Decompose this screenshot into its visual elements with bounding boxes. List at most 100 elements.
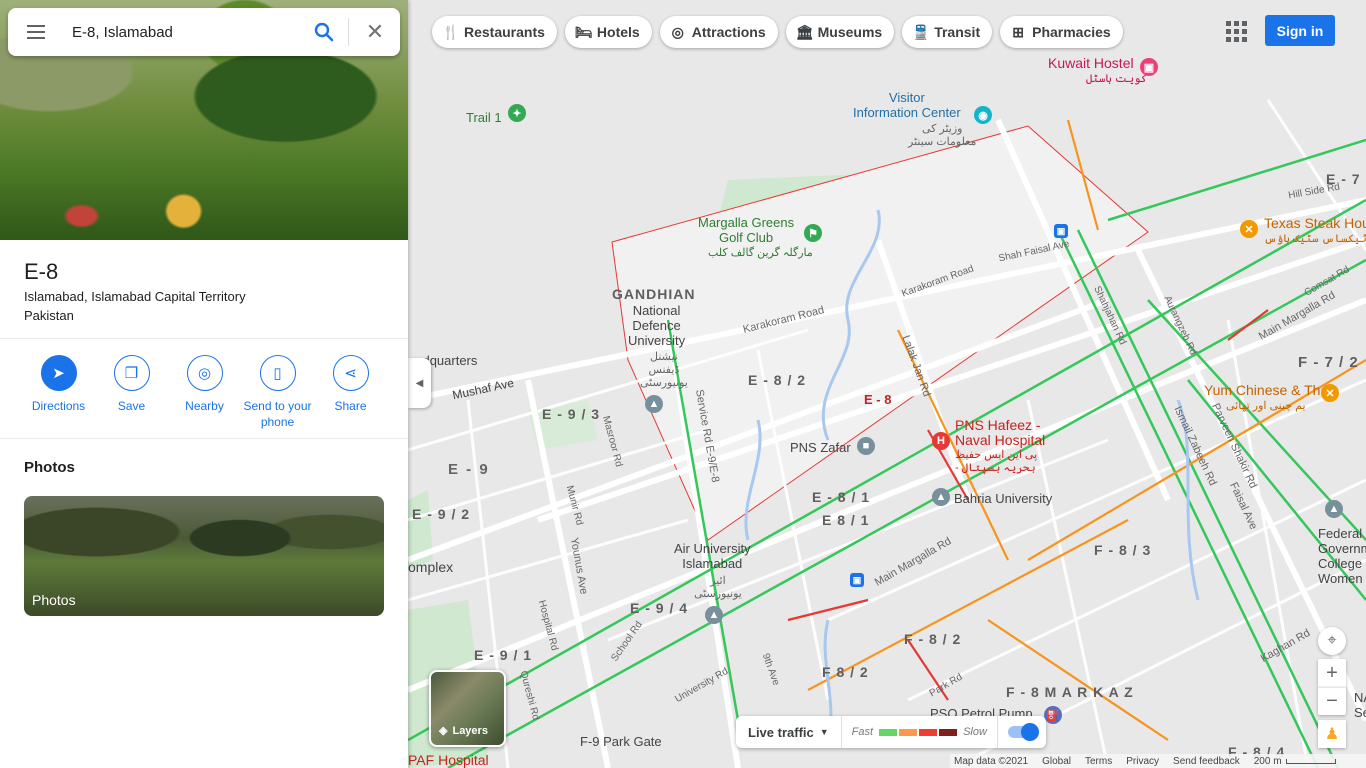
- chevron-left-icon: ◀: [415, 377, 424, 389]
- university-pin-icon-2[interactable]: ▲: [932, 488, 950, 506]
- photos-card[interactable]: Photos: [24, 496, 384, 616]
- transit-icon: 🚆: [912, 23, 930, 40]
- action-buttons: ➤ Directions ❒ Save ◎ Nearby ▯ Send to y…: [22, 355, 392, 430]
- live-traffic-dropdown[interactable]: Live traffic ▼: [736, 716, 842, 748]
- scale-bar[interactable]: 200 m: [1254, 756, 1336, 767]
- chip-museums[interactable]: 🏛 Museums: [785, 16, 895, 48]
- directions-button[interactable]: ➤ Directions: [22, 355, 95, 430]
- layers-button[interactable]: ◈ Layers: [429, 670, 506, 747]
- send-to-phone-button[interactable]: ▯ Send to your phone: [241, 355, 314, 430]
- map-footer: Map data ©2021 Global Terms Privacy Send…: [950, 754, 1366, 768]
- action-label: Nearby: [185, 399, 224, 413]
- hamburger-line: [27, 37, 45, 39]
- search-button[interactable]: [304, 12, 344, 52]
- hamburger-icon: [27, 25, 45, 27]
- collapse-panel-button[interactable]: ◀: [408, 358, 431, 408]
- phone-icon: ▯: [259, 355, 296, 391]
- golf-pin-icon[interactable]: ⚑: [804, 224, 822, 242]
- layers-icon: ◈: [439, 725, 448, 737]
- chip-restaurants[interactable]: 🍴 Restaurants: [432, 16, 557, 48]
- legend-fast-label: Fast: [851, 726, 874, 738]
- hospital-pin-icon[interactable]: H: [932, 432, 950, 450]
- photos-heading: Photos: [24, 459, 75, 476]
- traffic-toggle[interactable]: [998, 723, 1046, 741]
- chip-hotels[interactable]: 🛏 Hotels: [564, 16, 652, 48]
- pharmacy-icon: ⊞: [1012, 23, 1024, 40]
- building-pin-icon[interactable]: ■: [857, 437, 875, 455]
- bus-stop-icon-2[interactable]: ▣: [850, 573, 864, 587]
- toggle-switch: [1007, 723, 1039, 741]
- zoom-in-button[interactable]: +: [1318, 659, 1346, 687]
- privacy-link[interactable]: Privacy: [1126, 756, 1159, 767]
- directions-icon: ➤: [40, 355, 77, 391]
- search-icon: [314, 22, 334, 42]
- apps-grid-icon[interactable]: [1222, 17, 1250, 45]
- clear-search-button[interactable]: ✕: [353, 12, 397, 52]
- pegman-icon: ♟: [1324, 726, 1340, 743]
- search-box: ✕: [8, 8, 400, 56]
- photos-card-caption: Photos: [32, 592, 76, 608]
- chip-label: Pharmacies: [1032, 24, 1111, 40]
- layers-label-wrap: ◈ Layers: [439, 724, 488, 738]
- chip-label: Transit: [934, 24, 981, 40]
- chip-attractions[interactable]: ◎ Attractions: [659, 16, 778, 48]
- action-label: Save: [117, 399, 146, 413]
- my-location-button[interactable]: ⌖: [1318, 627, 1346, 655]
- legend-swatch-slow: [919, 728, 938, 736]
- map-canvas[interactable]: Kuwait Hostel کویت ہاسٹل ▣ Visitor Infor…: [408, 0, 1366, 768]
- category-chips: 🍴 Restaurants 🛏 Hotels ◎ Attractions 🏛 Museu…: [432, 16, 1123, 48]
- send-feedback-link[interactable]: Send feedback: [1173, 756, 1240, 767]
- search-input[interactable]: [72, 12, 302, 52]
- place-address-line2: Pakistan: [24, 308, 74, 323]
- chip-label: Attractions: [691, 24, 766, 40]
- layers-label: Layers: [452, 724, 488, 737]
- save-button[interactable]: ❒ Save: [95, 355, 168, 430]
- share-button[interactable]: ⋖ Share: [314, 355, 387, 430]
- crosshair-icon: ⌖: [1327, 632, 1337, 649]
- legend-swatch-very-slow: [939, 728, 958, 736]
- restaurant-pin-icon[interactable]: ✕: [1240, 220, 1258, 238]
- action-label: Send to your phone: [243, 399, 312, 429]
- gas-station-pin-icon[interactable]: ⛽: [1044, 706, 1062, 724]
- restaurant-pin-icon-2[interactable]: ✕: [1321, 384, 1339, 402]
- terms-link[interactable]: Terms: [1085, 756, 1112, 767]
- hiking-pin-icon[interactable]: ✦: [508, 104, 526, 122]
- bus-stop-icon[interactable]: ▣: [1054, 224, 1068, 238]
- action-label: Share: [334, 399, 367, 413]
- chip-pharmacies[interactable]: ⊞ Pharmacies: [1000, 16, 1123, 48]
- hotel-icon: 🛏: [574, 23, 593, 40]
- university-pin-icon[interactable]: ▲: [645, 395, 663, 413]
- hotel-pin-icon[interactable]: ▣: [1140, 58, 1158, 76]
- university-pin-icon-3[interactable]: ▲: [705, 606, 723, 624]
- museum-icon: 🏛: [795, 23, 814, 40]
- divider: [0, 338, 408, 339]
- sign-in-button[interactable]: Sign in: [1265, 15, 1335, 46]
- bookmark-icon: ❒: [113, 355, 150, 391]
- search-divider: [348, 18, 349, 46]
- place-title: E-8: [24, 259, 59, 284]
- nearby-button[interactable]: ◎ Nearby: [168, 355, 241, 430]
- traffic-legend: Fast Slow: [842, 716, 998, 748]
- scale-ruler: [1285, 758, 1336, 764]
- map-base-layer: [408, 0, 1366, 768]
- legend-swatch-medium: [899, 728, 918, 736]
- chip-label: Hotels: [596, 24, 640, 40]
- zoom-out-button[interactable]: −: [1318, 687, 1346, 715]
- close-icon: ✕: [365, 19, 385, 44]
- menu-button[interactable]: [8, 8, 64, 56]
- global-link[interactable]: Global: [1042, 756, 1071, 767]
- attractions-icon: ◎: [671, 23, 684, 40]
- nearby-icon: ◎: [186, 355, 223, 391]
- legend-slow-label: Slow: [963, 726, 987, 738]
- maps-app: Kuwait Hostel کویت ہاسٹل ▣ Visitor Infor…: [0, 0, 1366, 768]
- legend-swatch-fast: [879, 728, 898, 736]
- street-view-pegman[interactable]: ♟: [1318, 720, 1346, 748]
- live-traffic-label: Live traffic: [748, 724, 814, 740]
- camera-pin-icon[interactable]: ◉: [974, 106, 992, 124]
- place-address-line1: Islamabad, Islamabad Capital Territory: [24, 289, 246, 304]
- restaurant-icon: 🍴: [442, 23, 460, 40]
- chip-transit[interactable]: 🚆 Transit: [902, 16, 993, 48]
- minus-icon: −: [1326, 690, 1338, 712]
- action-label: Directions: [31, 399, 86, 413]
- school-pin-icon[interactable]: ▲: [1325, 500, 1343, 518]
